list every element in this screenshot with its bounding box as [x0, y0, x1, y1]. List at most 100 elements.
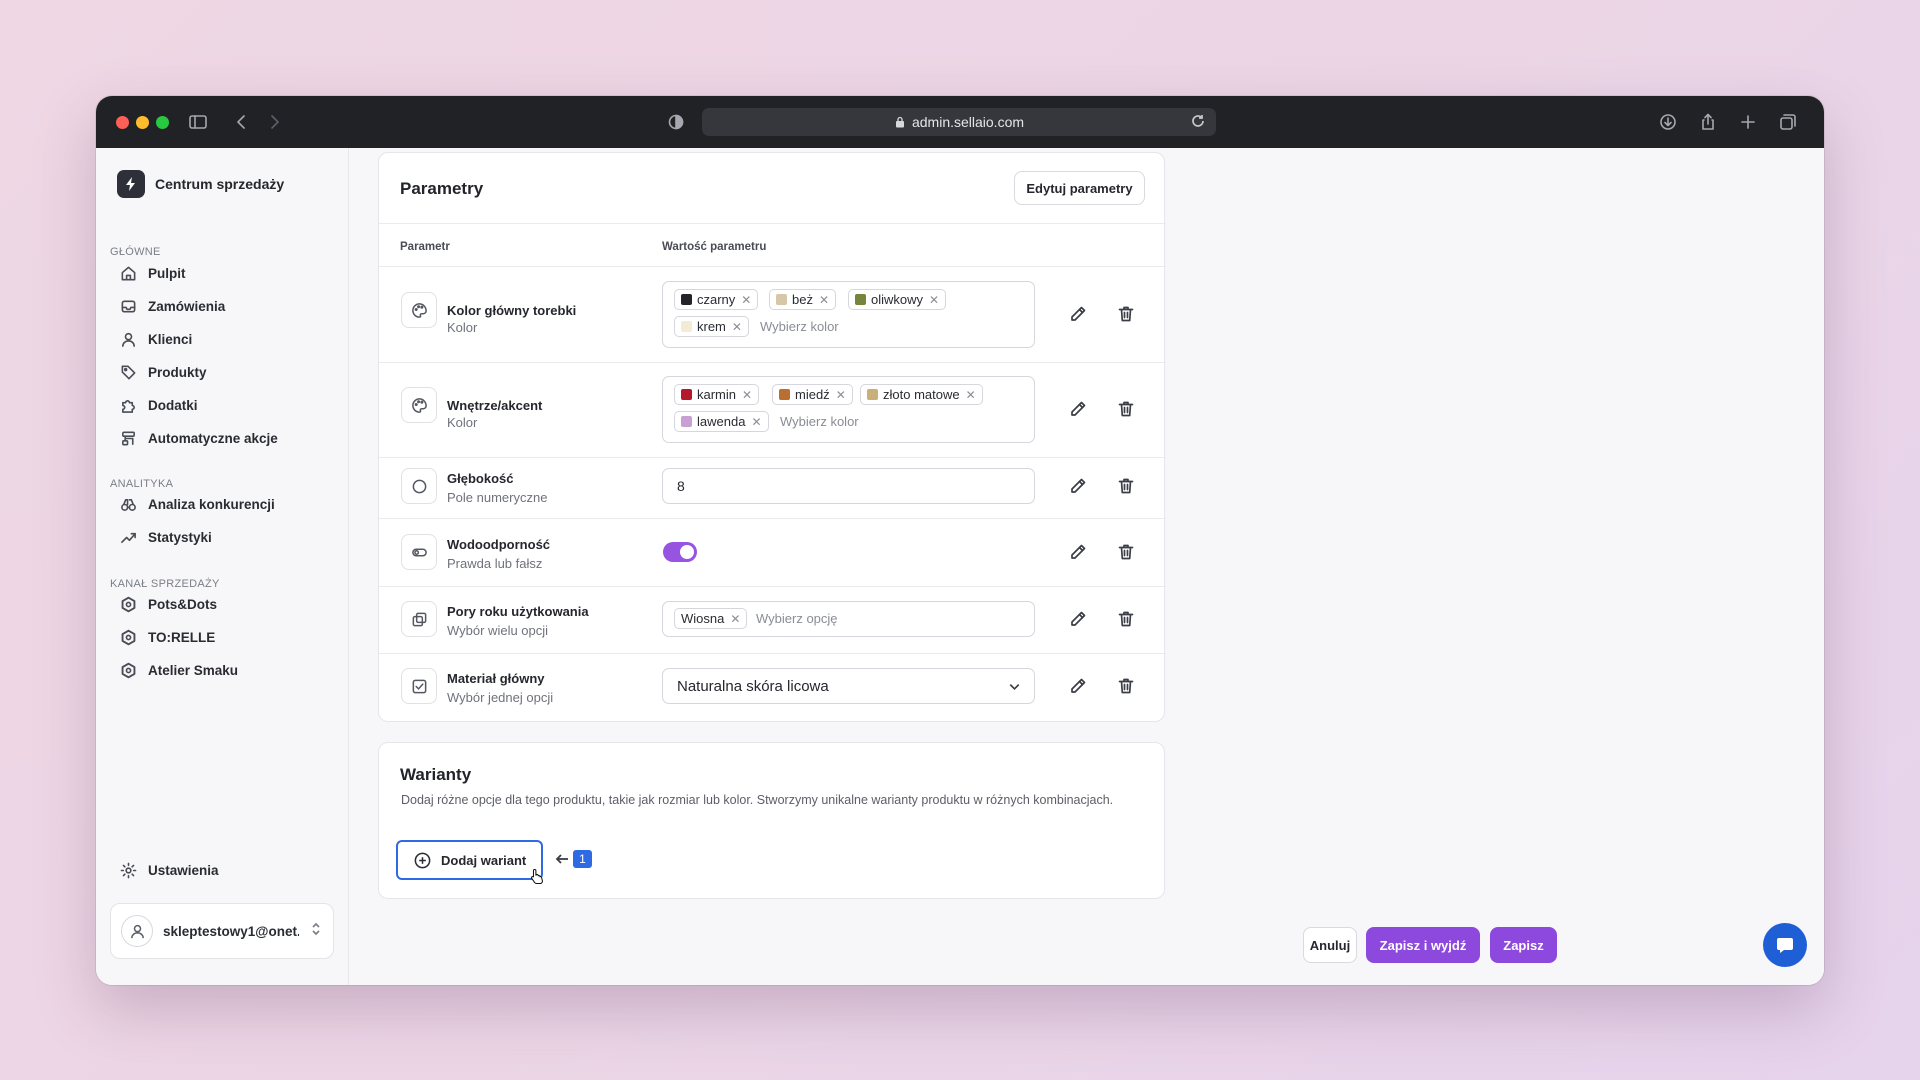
sidebar-item-dodatki[interactable]: Dodatki	[120, 393, 198, 417]
color-chip[interactable]: czarny ✕	[674, 289, 759, 310]
sidebar-item-atelier-smaku[interactable]: Atelier Smaku	[120, 658, 238, 682]
trash-icon[interactable]	[1115, 303, 1137, 325]
remove-chip-icon[interactable]: ✕	[751, 415, 761, 429]
color-placeholder[interactable]: Wybierz kolor	[780, 414, 859, 429]
color-placeholder[interactable]: Wybierz kolor	[760, 319, 839, 334]
close-window-button[interactable]	[116, 116, 129, 129]
remove-chip-icon[interactable]: ✕	[732, 320, 742, 334]
remove-chip-icon[interactable]: ✕	[929, 293, 939, 307]
trash-icon[interactable]	[1115, 608, 1137, 630]
color-swatch	[867, 389, 878, 400]
minimize-window-button[interactable]	[136, 116, 149, 129]
material-select[interactable]: Naturalna skóra licowa	[662, 668, 1035, 704]
channel-hexagon-icon	[121, 629, 136, 645]
color-swatch	[681, 416, 692, 427]
sidebar-item-label: Ustawienia	[148, 862, 219, 878]
option-placeholder[interactable]: Wybierz opcję	[756, 611, 838, 626]
account-switcher[interactable]: skleptestowy1@onet...	[110, 903, 334, 959]
color-multiselect[interactable]: karmin ✕ miedź ✕ złoto matowe ✕ lawenda ✕ Wy…	[662, 376, 1035, 443]
user-icon	[122, 332, 135, 347]
edit-pencil-icon[interactable]	[1067, 675, 1089, 697]
sidebar-item-automatyczne-akcje[interactable]: Automatyczne akcje	[120, 426, 278, 450]
maximize-window-button[interactable]	[156, 116, 169, 129]
waterproof-toggle[interactable]	[663, 542, 697, 562]
sidebar-toggle-icon[interactable]	[186, 110, 210, 134]
home-icon	[121, 266, 136, 280]
add-variant-button[interactable]: Dodaj wariant	[396, 840, 543, 880]
edit-pencil-icon[interactable]	[1067, 303, 1089, 325]
chat-bubble-icon[interactable]	[1763, 923, 1807, 967]
depth-number-input[interactable]: 8	[662, 468, 1035, 504]
edit-pencil-icon[interactable]	[1067, 608, 1089, 630]
sidebar-item-zamowienia[interactable]: Zamówienia	[120, 294, 225, 318]
forward-icon[interactable]	[262, 110, 286, 134]
divider	[379, 362, 1166, 363]
sidebar-item-pots-dots[interactable]: Pots&Dots	[120, 592, 217, 616]
edit-pencil-icon[interactable]	[1067, 475, 1089, 497]
trash-icon[interactable]	[1115, 675, 1137, 697]
divider	[379, 266, 1166, 267]
remove-chip-icon[interactable]: ✕	[836, 388, 846, 402]
color-chip[interactable]: lawenda ✕	[674, 411, 769, 432]
brand[interactable]: Centrum sprzedaży	[117, 170, 284, 198]
color-chip[interactable]: miedź ✕	[772, 384, 853, 405]
chevron-up-down-icon	[309, 922, 323, 941]
remove-chip-icon[interactable]: ✕	[966, 388, 976, 402]
remove-chip-icon[interactable]: ✕	[730, 612, 740, 626]
save-and-exit-button[interactable]: Zapisz i wyjdź	[1366, 927, 1480, 963]
parameter-name: Wodoodporność	[447, 537, 551, 552]
parameters-title: Parametry	[400, 179, 484, 198]
sidebar-item-label: Produkty	[148, 364, 207, 380]
sidebar-item-klienci[interactable]: Klienci	[120, 327, 192, 351]
copy-options-icon	[401, 601, 437, 637]
chevron-down-icon	[1007, 679, 1022, 699]
chip-label: Wiosna	[681, 611, 725, 626]
color-chip[interactable]: karmin ✕	[674, 384, 760, 405]
color-swatch	[681, 294, 692, 305]
sidebar-item-produkty[interactable]: Produkty	[120, 360, 207, 384]
cancel-button[interactable]: Anuluj	[1303, 927, 1357, 963]
parameter-type: Kolor	[447, 415, 478, 430]
parameter-type: Wybór wielu opcji	[447, 623, 549, 638]
trash-icon[interactable]	[1115, 398, 1137, 420]
color-chip[interactable]: złoto matowe ✕	[860, 384, 983, 405]
sidebar-item-torelle[interactable]: TO:RELLE	[120, 625, 215, 649]
sidebar-item-label: Klienci	[148, 331, 193, 347]
trash-icon[interactable]	[1115, 475, 1137, 497]
palette-icon	[401, 292, 437, 328]
remove-chip-icon[interactable]: ✕	[819, 293, 829, 307]
color-chip[interactable]: oliwkowy ✕	[848, 289, 947, 310]
back-icon[interactable]	[230, 110, 254, 134]
chip-label: złoto matowe	[883, 387, 960, 402]
sidebar: Centrum sprzedaży GŁÓWNE Pulpit Zamówien…	[96, 148, 349, 985]
sidebar-item-analiza-konkurencji[interactable]: Analiza konkurencji	[120, 492, 275, 516]
edit-parameters-button[interactable]: Edytuj parametry	[1014, 171, 1145, 205]
sidebar-item-label: TO:RELLE	[148, 629, 216, 645]
remove-chip-icon[interactable]: ✕	[742, 388, 752, 402]
edit-pencil-icon[interactable]	[1067, 541, 1089, 563]
color-chip[interactable]: beż ✕	[769, 289, 837, 310]
address-bar[interactable]: admin.sellaio.com	[702, 108, 1216, 136]
download-icon[interactable]	[1656, 110, 1680, 134]
url-text: admin.sellaio.com	[911, 114, 1025, 130]
trash-icon[interactable]	[1115, 541, 1137, 563]
color-multiselect[interactable]: czarny ✕ beż ✕ oliwkowy ✕ krem ✕ Wybierz kol…	[662, 281, 1035, 348]
binoculars-icon	[121, 498, 136, 511]
sidebar-item-statystyki[interactable]: Statystyki	[120, 525, 212, 549]
seasons-multiselect[interactable]: Wiosna ✕ Wybierz opcję	[662, 601, 1035, 637]
edit-pencil-icon[interactable]	[1067, 398, 1089, 420]
main-content: Parametry Edytuj parametry Parametr Wart…	[349, 148, 1824, 985]
color-chip[interactable]: krem ✕	[674, 316, 749, 337]
tabs-overview-icon[interactable]	[1776, 110, 1800, 134]
sidebar-item-pulpit[interactable]: Pulpit	[120, 261, 186, 285]
color-swatch	[779, 389, 790, 400]
sidebar-item-ustawienia[interactable]: Ustawienia	[120, 858, 219, 882]
share-icon[interactable]	[1696, 110, 1720, 134]
option-chip[interactable]: Wiosna ✕	[674, 608, 748, 629]
arrow-left-icon	[555, 854, 568, 864]
privacy-shield-icon[interactable]	[664, 110, 688, 134]
save-button[interactable]: Zapisz	[1490, 927, 1557, 963]
remove-chip-icon[interactable]: ✕	[741, 293, 751, 307]
reload-icon[interactable]	[1190, 113, 1208, 131]
new-tab-icon[interactable]	[1736, 110, 1760, 134]
